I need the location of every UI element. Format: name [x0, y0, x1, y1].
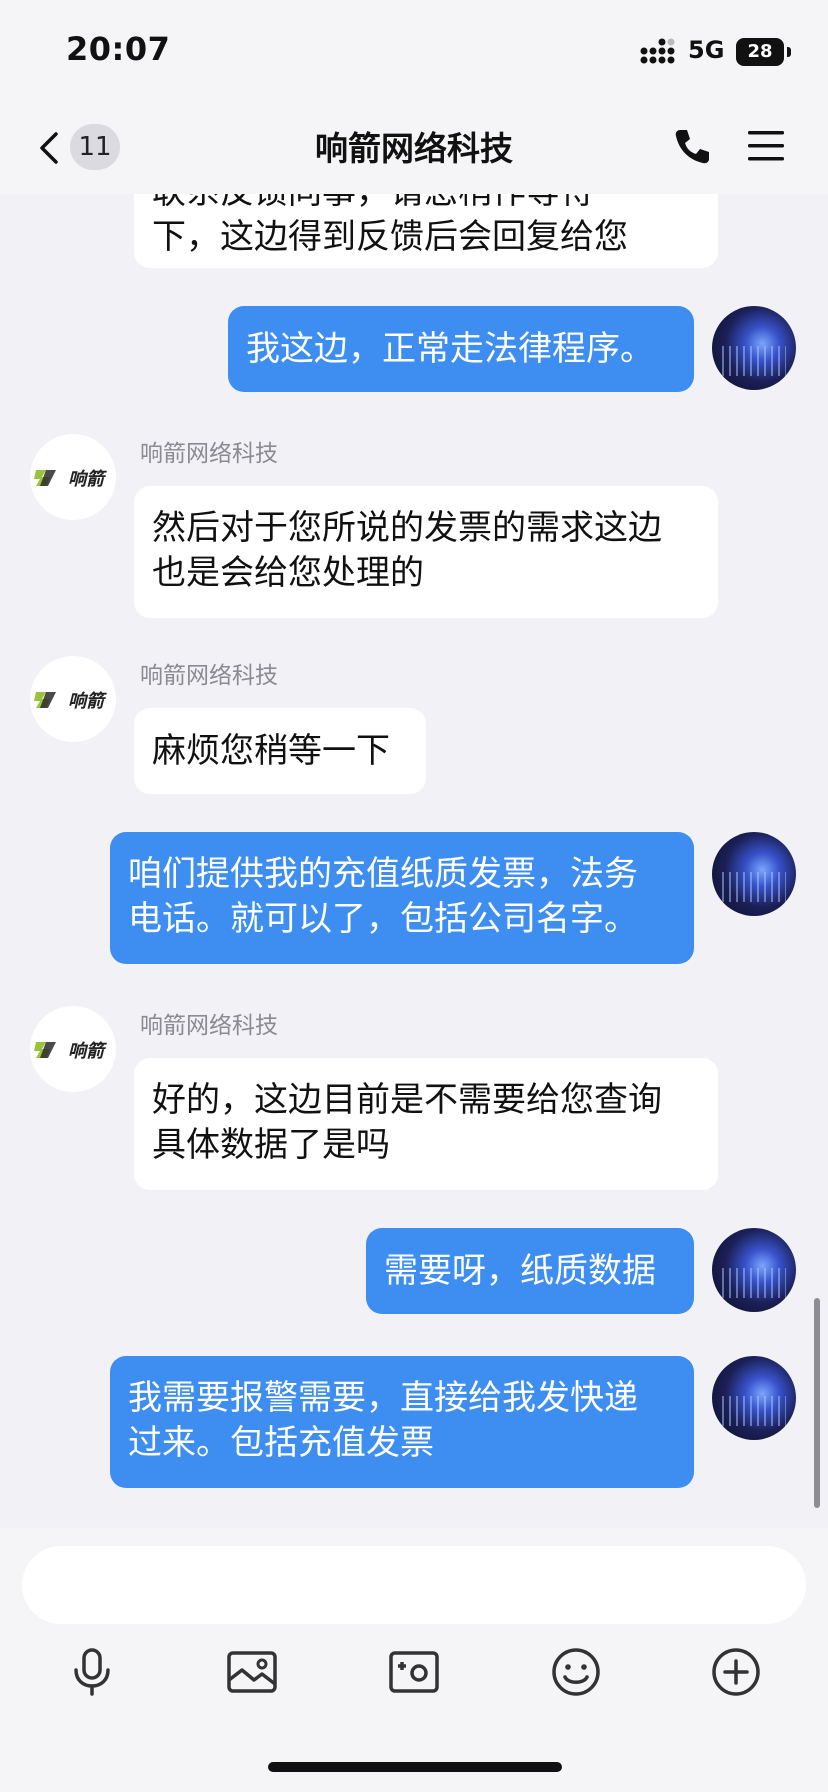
message-text: 好的，这边目前是不需要给您查询 [152, 1080, 662, 1120]
image-icon[interactable] [224, 1644, 280, 1700]
nav-bar: 11 响箭网络科技 [0, 100, 828, 194]
user-avatar[interactable] [712, 832, 796, 916]
brand-avatar[interactable]: 响箭 [30, 1006, 116, 1092]
message-text: 电话。就可以了，包括公司名字。 [128, 899, 638, 939]
message-text: 具体数据了是吗 [152, 1125, 390, 1165]
signal-icon [640, 38, 675, 64]
brand-avatar[interactable]: 响箭 [30, 434, 116, 520]
svg-text:响箭: 响箭 [68, 691, 107, 712]
message-input[interactable] [22, 1546, 806, 1624]
chat-scrollbar[interactable] [814, 1298, 820, 1508]
svg-text:响箭: 响箭 [68, 469, 107, 490]
sender-name: 响箭网络科技 [140, 663, 278, 689]
message-text: 麻烦您稍等一下 [152, 731, 390, 771]
message-bubble-outgoing[interactable]: 需要呀，纸质数据 [366, 1228, 694, 1314]
message-text: 我这边，正常走法律程序。 [246, 329, 654, 369]
phone-icon[interactable] [672, 126, 712, 166]
message-text: 需要呀，纸质数据 [384, 1251, 656, 1291]
message-text: 然后对于您所说的发票的需求这边 [152, 508, 662, 548]
message-bubble-incoming[interactable]: 然后对于您所说的发票的需求这边 也是会给您处理的 [134, 486, 718, 618]
user-avatar[interactable] [712, 1356, 796, 1440]
user-avatar[interactable] [712, 1228, 796, 1312]
message-text: 下，这边得到反馈后会回复给您 [152, 217, 628, 257]
message-bubble-incoming[interactable]: 麻烦您稍等一下 [134, 708, 426, 794]
chat-messages[interactable]: 联系反馈同事，请您稍作等待 下，这边得到反馈后会回复给您 我这边，正常走法律程序… [0, 194, 828, 1524]
emoji-icon[interactable] [548, 1644, 604, 1700]
user-avatar[interactable] [712, 306, 796, 390]
camera-icon[interactable] [386, 1644, 442, 1700]
brand-avatar[interactable]: 响箭 [30, 656, 116, 742]
brand-logo-icon: 响箭 [34, 691, 107, 712]
message-bubble-outgoing[interactable]: 我这边，正常走法律程序。 [228, 306, 694, 392]
status-bar: 20:07 5G 28 [0, 0, 828, 100]
network-type: 5G [688, 36, 725, 64]
brand-logo-icon: 响箭 [34, 469, 107, 490]
message-bubble-incoming[interactable]: 联系反馈同事，请您稍作等待 下，这边得到反馈后会回复给您 [134, 194, 718, 268]
menu-icon[interactable] [746, 126, 786, 166]
plus-icon[interactable] [708, 1644, 764, 1700]
home-indicator[interactable] [268, 1762, 562, 1772]
message-bubble-outgoing[interactable]: 我需要报警需要，直接给我发快递 过来。包括充值发票 [110, 1356, 694, 1488]
message-text: 我需要报警需要，直接给我发快递 [128, 1378, 638, 1418]
message-text: 过来。包括充值发票 [128, 1423, 434, 1463]
svg-text:响箭: 响箭 [68, 1041, 107, 1062]
battery-tip [787, 47, 791, 57]
message-text-cut: 联系反馈同事，请您稍作等待 [152, 194, 700, 215]
composer [0, 1528, 828, 1792]
status-time: 20:07 [66, 30, 171, 68]
sender-name: 响箭网络科技 [140, 1013, 278, 1039]
message-text: 咱们提供我的充值纸质发票，法务 [128, 854, 638, 894]
message-bubble-incoming[interactable]: 好的，这边目前是不需要给您查询 具体数据了是吗 [134, 1058, 718, 1190]
message-text: 也是会给您处理的 [152, 553, 424, 593]
microphone-icon[interactable] [64, 1644, 120, 1700]
brand-logo-icon: 响箭 [34, 1041, 107, 1062]
sender-name: 响箭网络科技 [140, 441, 278, 467]
battery-icon: 28 [736, 38, 784, 66]
message-bubble-outgoing[interactable]: 咱们提供我的充值纸质发票，法务 电话。就可以了，包括公司名字。 [110, 832, 694, 964]
